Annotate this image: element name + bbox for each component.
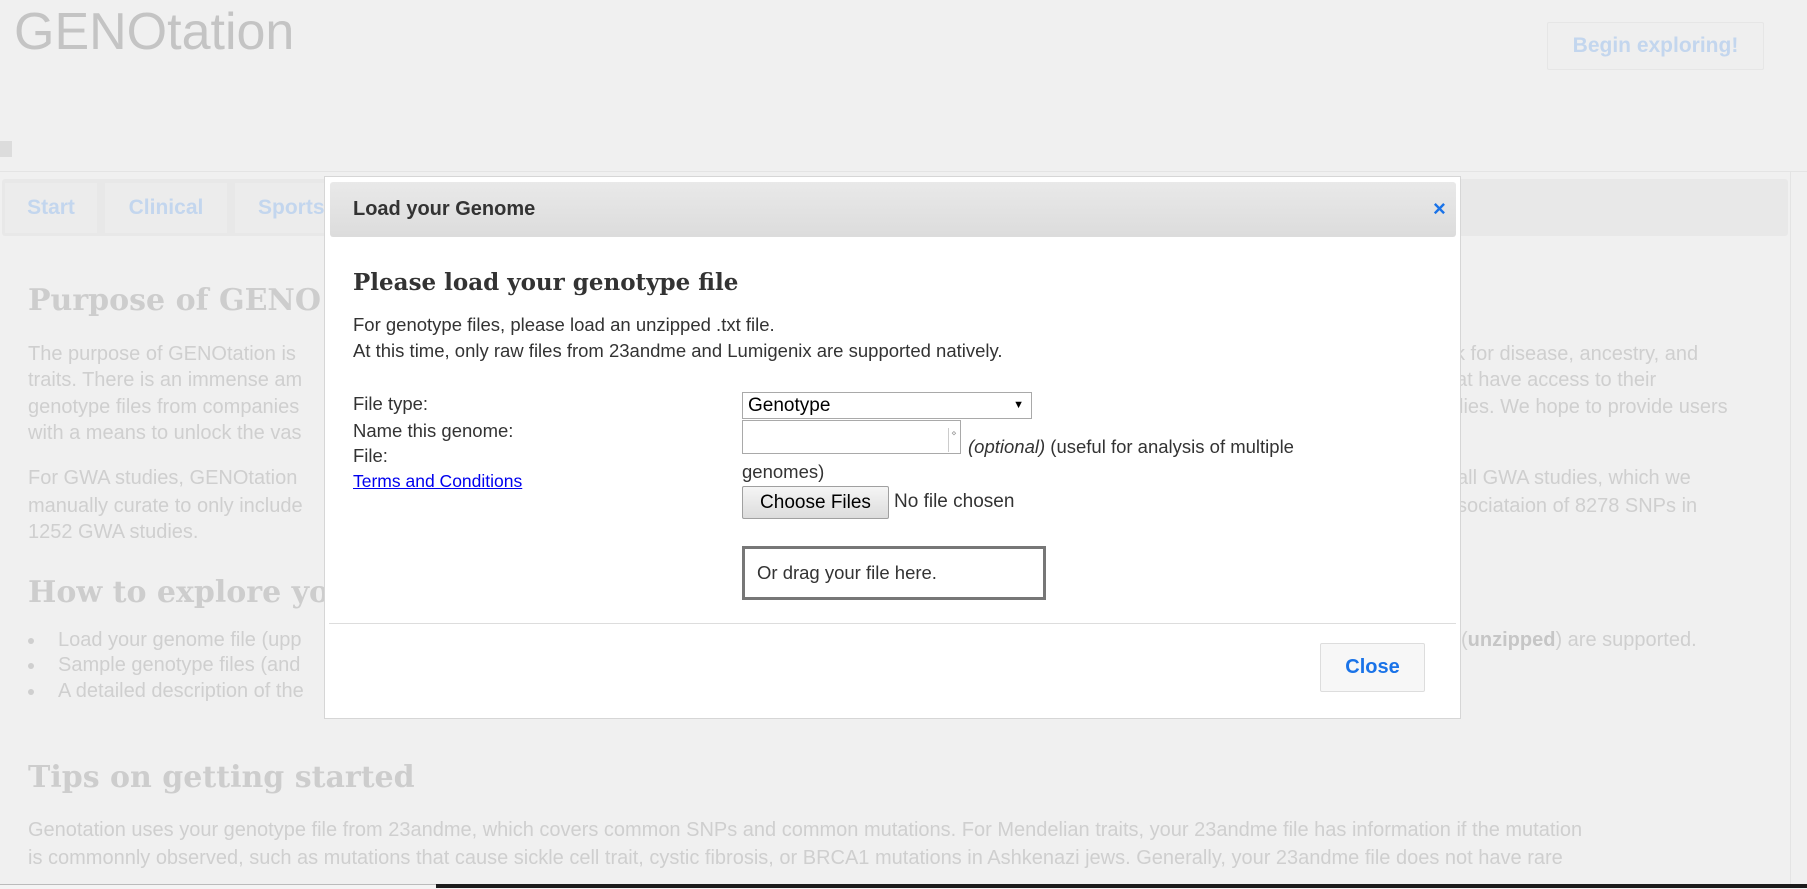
optional-note: (optional) (useful for analysis of multi… <box>968 436 1294 458</box>
bullet-icon <box>28 638 34 644</box>
purpose-heading: Purpose of GENO <box>28 283 321 318</box>
modal-header: Load your Genome × <box>330 182 1456 237</box>
collapse-icon[interactable] <box>0 141 12 157</box>
modal-title: Load your Genome <box>353 198 536 220</box>
bullet-text: (unzipped) are supported. <box>1461 629 1697 652</box>
status-bar <box>0 884 436 889</box>
gwa-text: sociataion of 8278 SNPs in <box>1457 495 1698 517</box>
file-type-select[interactable]: Genotype ▼ <box>742 392 1032 419</box>
bullet-text: Sample genotype files (and <box>58 654 301 676</box>
bullet-text-bold: unzipped <box>1467 629 1556 651</box>
gwa-text: manually curate to only include <box>28 495 303 517</box>
bullet-text: A detailed description of the <box>58 680 304 702</box>
purpose-text: k for disease, ancestry, and <box>1455 343 1699 365</box>
name-label: Name this genome: <box>353 420 514 441</box>
dropdown-arrow-icon: ▼ <box>1013 399 1024 411</box>
optional-note-text: (useful for analysis of multiple <box>1045 436 1294 457</box>
bullet-icon <box>28 663 34 669</box>
close-icon[interactable]: × <box>1433 196 1446 222</box>
choose-files-button[interactable]: Choose Files <box>742 486 889 519</box>
bullet-icon <box>28 689 34 695</box>
tab-clinical[interactable]: Clinical <box>105 183 227 233</box>
tab-start[interactable]: Start <box>5 183 97 233</box>
resize-handle-icon[interactable]: ⋄ <box>948 428 959 452</box>
genome-name-input[interactable]: ⋄ <box>742 420 961 454</box>
file-type-label: File type: <box>353 393 429 414</box>
purpose-text: genotype files from companies <box>28 396 300 418</box>
tips-text: is commonnly observed, such as mutations… <box>28 847 1563 869</box>
file-label: File: <box>353 445 388 466</box>
tips-text: Genotation uses your genotype file from … <box>28 819 1583 841</box>
bullet-text-part: ) are supported. <box>1555 629 1697 651</box>
bullet-text-part: ( <box>1461 629 1468 651</box>
gwa-text: all GWA studies, which we <box>1457 467 1691 489</box>
explore-heading: How to explore yo <box>28 575 330 610</box>
intro-text: For genotype files, please load an unzip… <box>353 314 775 335</box>
load-genome-modal: Load your Genome × Please load your geno… <box>324 176 1461 719</box>
taskbar <box>436 884 1807 888</box>
optional-label: (optional) <box>968 436 1046 457</box>
gwa-text: For GWA studies, GENOtation <box>28 467 298 489</box>
bullet-text: Load your genome file (upp <box>58 629 302 651</box>
tips-heading: Tips on getting started <box>28 760 415 795</box>
begin-exploring-button[interactable]: Begin exploring! <box>1547 22 1764 70</box>
drop-zone[interactable]: Or drag your file here. <box>742 546 1046 600</box>
purpose-text: traits. There is an immense am <box>28 369 303 391</box>
modal-heading: Please load your genotype file <box>353 269 739 296</box>
gwa-text: 1252 GWA studies. <box>28 521 199 543</box>
terms-link[interactable]: Terms and Conditions <box>353 471 522 492</box>
no-file-chosen: No file chosen <box>894 491 1015 512</box>
file-type-value: Genotype <box>748 395 831 416</box>
purpose-text: lies. We hope to provide users <box>1459 396 1728 418</box>
optional-note-cont: genomes) <box>742 461 825 482</box>
brand-title: GENOtation <box>14 3 295 61</box>
close-button[interactable]: Close <box>1320 643 1425 692</box>
footer-divider <box>329 623 1456 624</box>
purpose-text: at have access to their <box>1456 369 1657 391</box>
intro-text: At this time, only raw files from 23andm… <box>353 340 1003 361</box>
purpose-text: with a means to unlock the vas <box>28 422 302 444</box>
purpose-text: The purpose of GENOtation is <box>28 343 296 365</box>
